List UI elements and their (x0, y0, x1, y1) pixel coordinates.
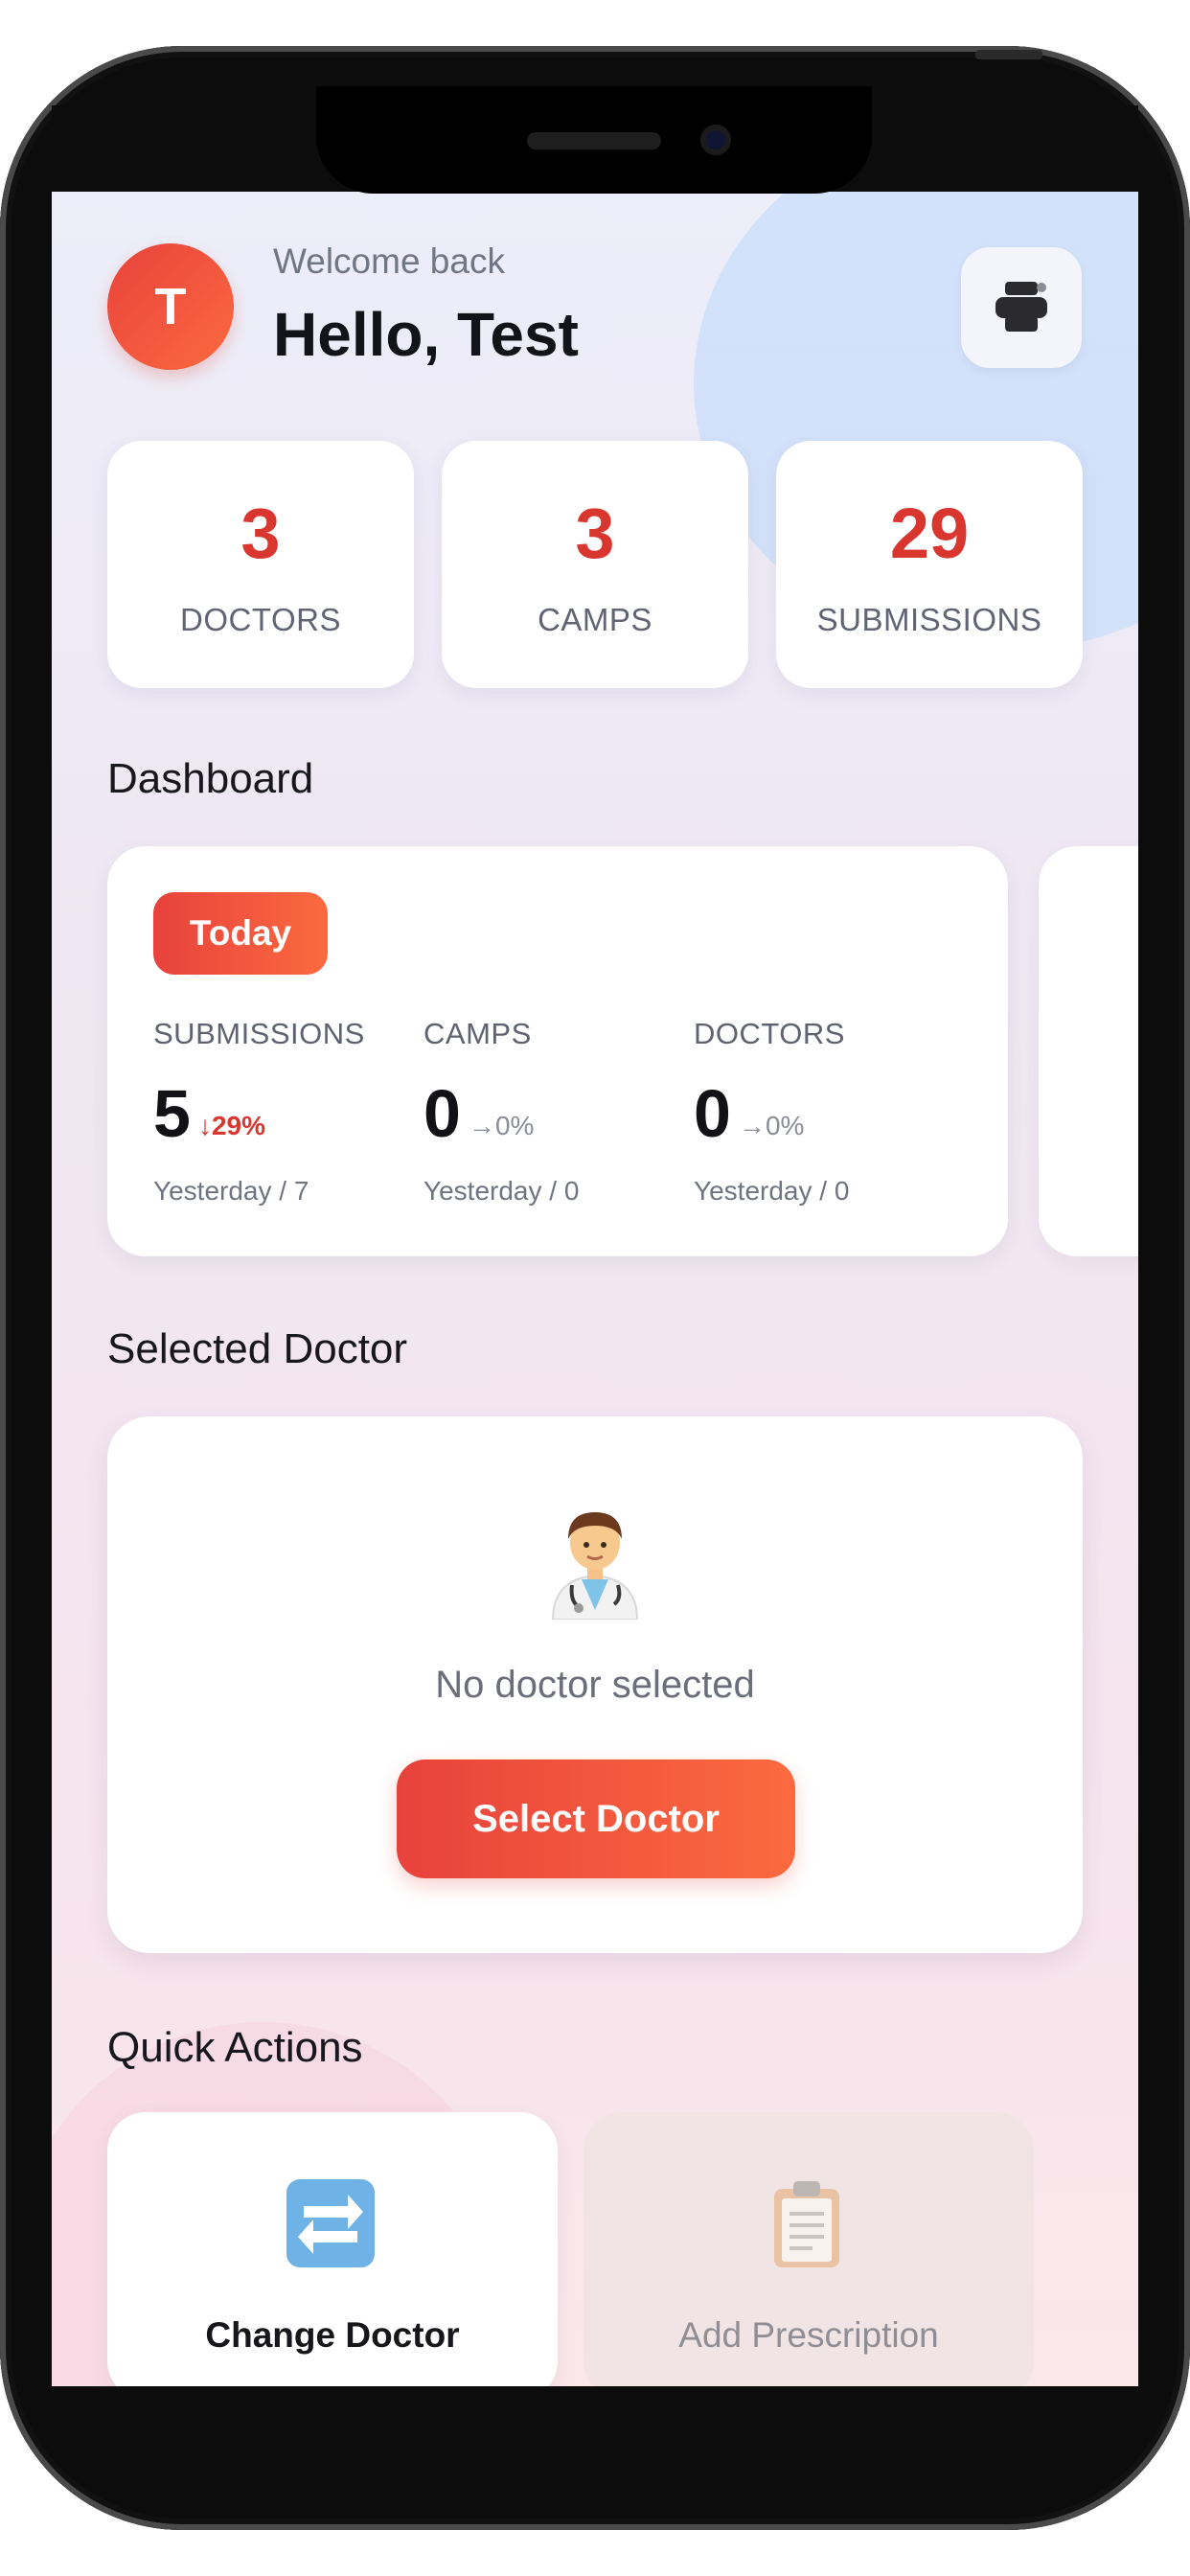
stat-label: CAMPS (538, 602, 652, 637)
metric-value: 0 →0% (423, 1076, 535, 1151)
add-prescription-button[interactable]: Add Prescription (584, 2112, 1034, 2386)
empty-state-text: No doctor selected (435, 1664, 755, 1706)
stat-value: 3 (575, 494, 615, 573)
printer-icon (995, 282, 1047, 332)
stat-value: 29 (889, 494, 970, 573)
metric-label: SUBMISSIONS (153, 1017, 365, 1050)
section-title-dashboard: Dashboard (107, 755, 314, 802)
greeting-title: Hello, Test (273, 300, 579, 369)
stat-label: DOCTORS (180, 602, 341, 637)
stat-card-camps[interactable]: 3 CAMPS (442, 441, 748, 688)
dashboard-metric-submissions: SUBMISSIONS 5 ↓29% Yesterday / 7 (153, 1017, 365, 1207)
metric-yesterday: Yesterday / 0 (423, 1176, 580, 1206)
welcome-text: Welcome back (273, 242, 505, 281)
doctor-icon (551, 1512, 639, 1620)
metric-change: →0% (738, 1111, 805, 1140)
phone-side-button (975, 50, 1042, 59)
quick-action-label: Add Prescription (678, 2315, 939, 2355)
stat-value: 3 (240, 494, 281, 573)
printer-button[interactable] (961, 247, 1082, 368)
metric-yesterday: Yesterday / 0 (694, 1176, 850, 1206)
change-doctor-button[interactable]: Change Doctor (107, 2112, 558, 2386)
metric-change: →0% (468, 1111, 535, 1140)
section-title-quick-actions: Quick Actions (107, 2024, 363, 2071)
metric-change: ↓29% (197, 1111, 265, 1140)
quick-action-label: Change Doctor (205, 2315, 460, 2355)
dashboard-next-card[interactable] (1039, 846, 1138, 1256)
phone-bottom-bezel (52, 2386, 1138, 2415)
select-doctor-button[interactable]: Select Doctor (397, 1760, 795, 1878)
dashboard-metric-camps: CAMPS 0 →0% Yesterday / 0 (423, 1017, 579, 1207)
stat-label: SUBMISSIONS (816, 602, 1042, 637)
stat-card-submissions[interactable]: 29 SUBMISSIONS (776, 441, 1083, 688)
stat-card-doctors[interactable]: 3 DOCTORS (107, 441, 414, 688)
selected-doctor-card: No doctor selected Select Doctor (107, 1416, 1083, 1953)
metric-value: 5 ↓29% (153, 1076, 265, 1151)
swap-icon (286, 2179, 375, 2267)
metric-label: DOCTORS (694, 1017, 845, 1050)
metric-label: CAMPS (423, 1017, 532, 1050)
metric-value: 0 →0% (694, 1076, 805, 1151)
phone-camera (700, 125, 731, 155)
phone-speaker (527, 132, 661, 150)
dashboard-card[interactable]: Today SUBMISSIONS 5 ↓29% Yesterday / 7 CA… (107, 846, 1008, 1256)
clipboard-icon (774, 2181, 839, 2267)
avatar[interactable]: T (107, 243, 234, 370)
period-badge[interactable]: Today (153, 892, 328, 975)
metric-yesterday: Yesterday / 7 (153, 1176, 309, 1206)
app-screen: T Welcome back Hello, Test 3 DOCTORS 3 C… (52, 172, 1138, 2386)
section-title-selected-doctor: Selected Doctor (107, 1325, 408, 1372)
dashboard-metric-doctors: DOCTORS 0 →0% Yesterday / 0 (694, 1017, 849, 1207)
